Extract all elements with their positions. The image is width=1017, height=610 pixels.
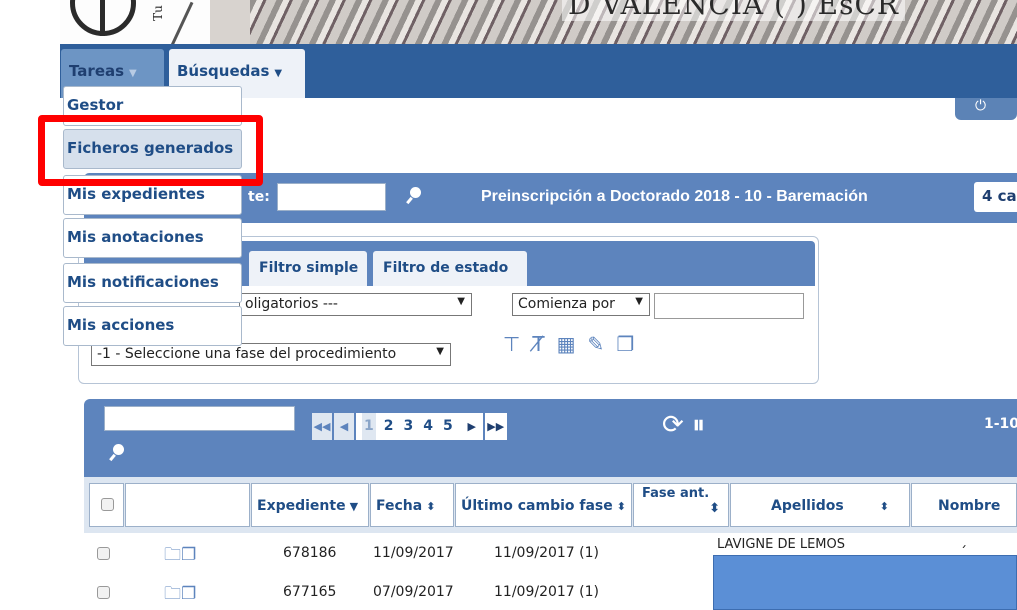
col-ultimo-cambio-label: Último cambio fase <box>461 498 613 514</box>
cell-apellidos: LAVIGNE DE LEMOS <box>717 537 845 552</box>
fase-select-value: -1 - Seleccione una fase del procedimien… <box>97 346 397 362</box>
page-2[interactable]: 2 <box>381 413 396 440</box>
actions-header <box>125 483 250 527</box>
grid-search-input[interactable] <box>104 406 295 431</box>
columns-icon[interactable]: ⏸ <box>692 410 705 440</box>
open-folder-icon[interactable]: 🗀❐ <box>164 542 196 571</box>
sort-icon: ⬍ <box>426 500 436 513</box>
page-4[interactable]: 4 <box>421 413 435 440</box>
cell-ultimo-cambio: 11/09/2017 (1) <box>494 584 599 600</box>
prev-page-button[interactable]: ◀ <box>334 413 354 440</box>
page-1[interactable]: 1 <box>362 413 376 440</box>
obligatorios-select[interactable]: oligatorios --- ▼ <box>239 293 472 316</box>
clear-filter-icon[interactable]: T̸ <box>532 332 556 356</box>
tab-busquedas-label: Búsquedas <box>177 62 270 80</box>
tab-tareas-label: Tareas <box>69 62 125 80</box>
col-apellidos[interactable]: Apellidos ⬍ <box>730 483 910 527</box>
page-range: 1-10 <box>984 416 1017 432</box>
cell-ultimo-cambio: 11/09/2017 (1) <box>494 545 599 561</box>
obligatorios-select-value: oligatorios --- <box>245 296 338 312</box>
procedure-title: Preinscripción a Doctorado 2018 - 10 - B… <box>481 188 868 205</box>
next-page-button[interactable]: ▶ <box>460 413 483 440</box>
col-nombre[interactable]: Nombre <box>911 483 1017 527</box>
filter-toolbar: ⊤T̸▦✎❐ <box>503 332 646 356</box>
copy-icon[interactable]: ❐ <box>616 332 646 356</box>
sort-desc-icon: ▼ <box>349 500 359 513</box>
col-fase-ant-label: Fase ant. <box>642 486 710 501</box>
cell-expediente: 678186 <box>283 545 337 561</box>
cell-fecha: 11/09/2017 <box>373 545 454 561</box>
chevron-down-icon: ▼ <box>129 68 137 79</box>
comienza-por-value: Comienza por <box>518 296 615 312</box>
col-fecha[interactable]: Fecha ⬍ <box>370 483 454 527</box>
comienza-por-select[interactable]: Comienza por ▼ <box>512 293 650 316</box>
cell-expediente: 677165 <box>283 584 337 600</box>
tab-filtro-estado[interactable]: Filtro de estado <box>373 251 527 286</box>
fase-select[interactable]: -1 - Seleccione una fase del procedimien… <box>91 343 451 366</box>
menu-item-mis-notificaciones[interactable]: Mis notificaciones <box>63 263 242 303</box>
grid-toolbar: ◀◀ ◀ 1 2 3 4 5 ▶ ▶▶ ⟳ ⏸ 1-10 <box>84 399 1017 477</box>
funnel-icon[interactable]: ⊤ <box>503 332 532 356</box>
select-all-header[interactable] <box>89 483 124 527</box>
logo-side-text: Tu <box>150 5 165 21</box>
university-logo: Tu <box>60 0 210 44</box>
page-numbers: 1 2 3 4 5 <box>356 413 461 440</box>
col-apellidos-label: Apellidos <box>771 498 844 514</box>
pagination: ◀◀ ◀ 1 2 3 4 5 ▶ ▶▶ <box>312 413 509 440</box>
row-checkbox[interactable] <box>97 547 110 560</box>
col-fecha-label: Fecha <box>376 498 423 514</box>
tab-filtro-simple[interactable]: Filtro simple <box>249 251 367 286</box>
university-name: D VALENCIA ( ) EsCR <box>562 0 905 21</box>
col-nombre-label: Nombre <box>938 498 1001 514</box>
expediente-input[interactable] <box>277 183 386 211</box>
last-page-button[interactable]: ▶▶ <box>484 413 507 440</box>
excel-icon[interactable]: ▦ <box>557 332 588 356</box>
expediente-field-label: te: <box>248 189 270 205</box>
edit-icon[interactable]: ✎ <box>588 332 617 356</box>
search-icon[interactable] <box>406 187 424 209</box>
count-badge: 4 ca <box>974 182 1017 212</box>
chevron-down-icon: ▼ <box>635 296 643 307</box>
logout-button[interactable]: ⏻ <box>955 98 1017 120</box>
power-icon: ⏻ <box>975 98 987 114</box>
menu-item-mis-acciones[interactable]: Mis acciones <box>63 306 242 346</box>
col-expediente-label: Expediente <box>257 498 346 514</box>
sort-icon: ⬍ <box>616 500 626 513</box>
sort-icon: ⬍ <box>709 501 720 516</box>
row-checkbox[interactable] <box>97 586 110 599</box>
grid-actions: ⟳ ⏸ <box>662 410 705 441</box>
highlight-box <box>38 115 263 186</box>
select-all-checkbox[interactable] <box>101 498 114 511</box>
overlay-panel <box>713 555 1017 610</box>
chevron-down-icon: ▼ <box>436 346 444 357</box>
filter-text-input[interactable] <box>654 293 804 319</box>
search-icon[interactable] <box>109 444 127 466</box>
open-folder-icon[interactable]: 🗀❐ <box>164 581 196 610</box>
grid-header: Expediente ▼ Fecha ⬍ Último cambio fase ⬍ F… <box>84 477 1017 533</box>
first-page-button[interactable]: ◀◀ <box>312 413 332 440</box>
menu-item-mis-anotaciones[interactable]: Mis anotaciones <box>63 218 242 258</box>
chevron-down-icon: ▼ <box>274 68 283 79</box>
col-fase-ant[interactable]: Fase ant. ⬍ <box>633 483 729 527</box>
col-expediente[interactable]: Expediente ▼ <box>251 483 369 527</box>
sort-icon: ⬍ <box>879 500 889 513</box>
refresh-icon[interactable]: ⟳ <box>662 410 684 440</box>
header-banner: Tu D VALENCIA ( ) EsCR <box>60 0 1017 44</box>
cell-fecha: 07/09/2017 <box>373 584 454 600</box>
page-3[interactable]: 3 <box>401 413 416 440</box>
chevron-down-icon: ▼ <box>457 296 465 307</box>
col-ultimo-cambio[interactable]: Último cambio fase ⬍ <box>455 483 632 527</box>
page-5[interactable]: 5 <box>441 413 455 440</box>
